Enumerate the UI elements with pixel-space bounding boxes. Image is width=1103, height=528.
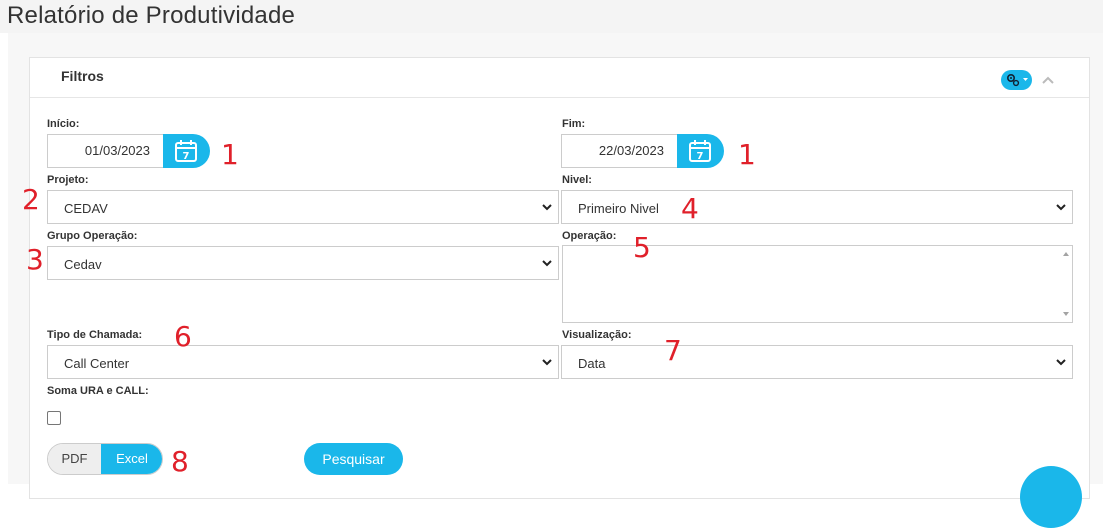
chevron-down-icon [542,359,552,366]
annotation-7: 7 [664,334,682,367]
panel-collapse-button[interactable] [1038,70,1058,90]
svg-text:7: 7 [697,151,704,162]
projeto-select[interactable]: CEDAV [47,190,559,224]
fim-calendar-button[interactable]: 7 [677,134,724,168]
gears-icon [1007,74,1028,87]
pdf-button[interactable]: PDF [48,444,101,474]
chevron-down-icon [1056,359,1066,366]
annotation-2: 2 [22,183,40,216]
page-title: Relatório de Produtividade [7,2,296,29]
annotation-1b: 1 [738,138,756,171]
annotation-1: 1 [221,138,239,171]
chevron-down-icon [1056,204,1066,211]
panel-header: Filtros [30,58,1089,98]
fim-date-group: 22/03/2023 7 [561,134,724,168]
scroll-up-icon[interactable] [1063,252,1069,256]
fim-date-input[interactable]: 22/03/2023 [561,134,678,168]
calendar-icon: 7 [689,140,711,162]
search-button[interactable]: Pesquisar [304,443,403,475]
nivel-label: Nivel: [562,174,592,186]
svg-text:7: 7 [183,151,190,162]
operacao-label: Operação: [562,230,617,242]
panel-title: Filtros [61,68,104,84]
calendar-icon: 7 [175,140,197,162]
visualizacao-select[interactable]: Data [561,345,1073,379]
inicio-date-input[interactable]: 01/03/2023 [47,134,164,168]
grupo-operacao-label: Grupo Operação: [47,230,138,242]
chevron-down-icon [542,204,552,211]
grupo-operacao-select[interactable]: Cedav [47,246,559,280]
excel-button[interactable]: Excel [101,444,162,474]
annotation-6: 6 [174,320,192,353]
inicio-calendar-button[interactable]: 7 [163,134,210,168]
visualizacao-label: Visualização: [562,329,632,341]
nivel-select[interactable]: Primeiro Nivel [561,190,1073,224]
annotation-4: 4 [681,192,699,225]
panel-tools-button[interactable] [1001,70,1032,90]
fim-label: Fim: [562,118,586,130]
inicio-date-group: 01/03/2023 7 [47,134,210,168]
page-header: Relatório de Produtividade [0,0,1103,33]
projeto-label: Projeto: [47,174,89,186]
floating-action-button[interactable] [1020,466,1082,528]
soma-label: Soma URA e CALL: [47,385,149,397]
inicio-label: Início: [47,118,80,130]
tipo-chamada-label: Tipo de Chamada: [47,329,143,341]
soma-checkbox[interactable] [47,411,61,425]
scroll-down-icon[interactable] [1063,312,1069,316]
annotation-5: 5 [633,231,651,264]
chevron-up-icon [1042,76,1054,84]
annotation-8: 8 [171,445,189,478]
chevron-down-icon [542,260,552,267]
tipo-chamada-select[interactable]: Call Center [47,345,559,379]
annotation-3: 3 [26,243,44,276]
export-toggle: PDF Excel [47,443,163,475]
